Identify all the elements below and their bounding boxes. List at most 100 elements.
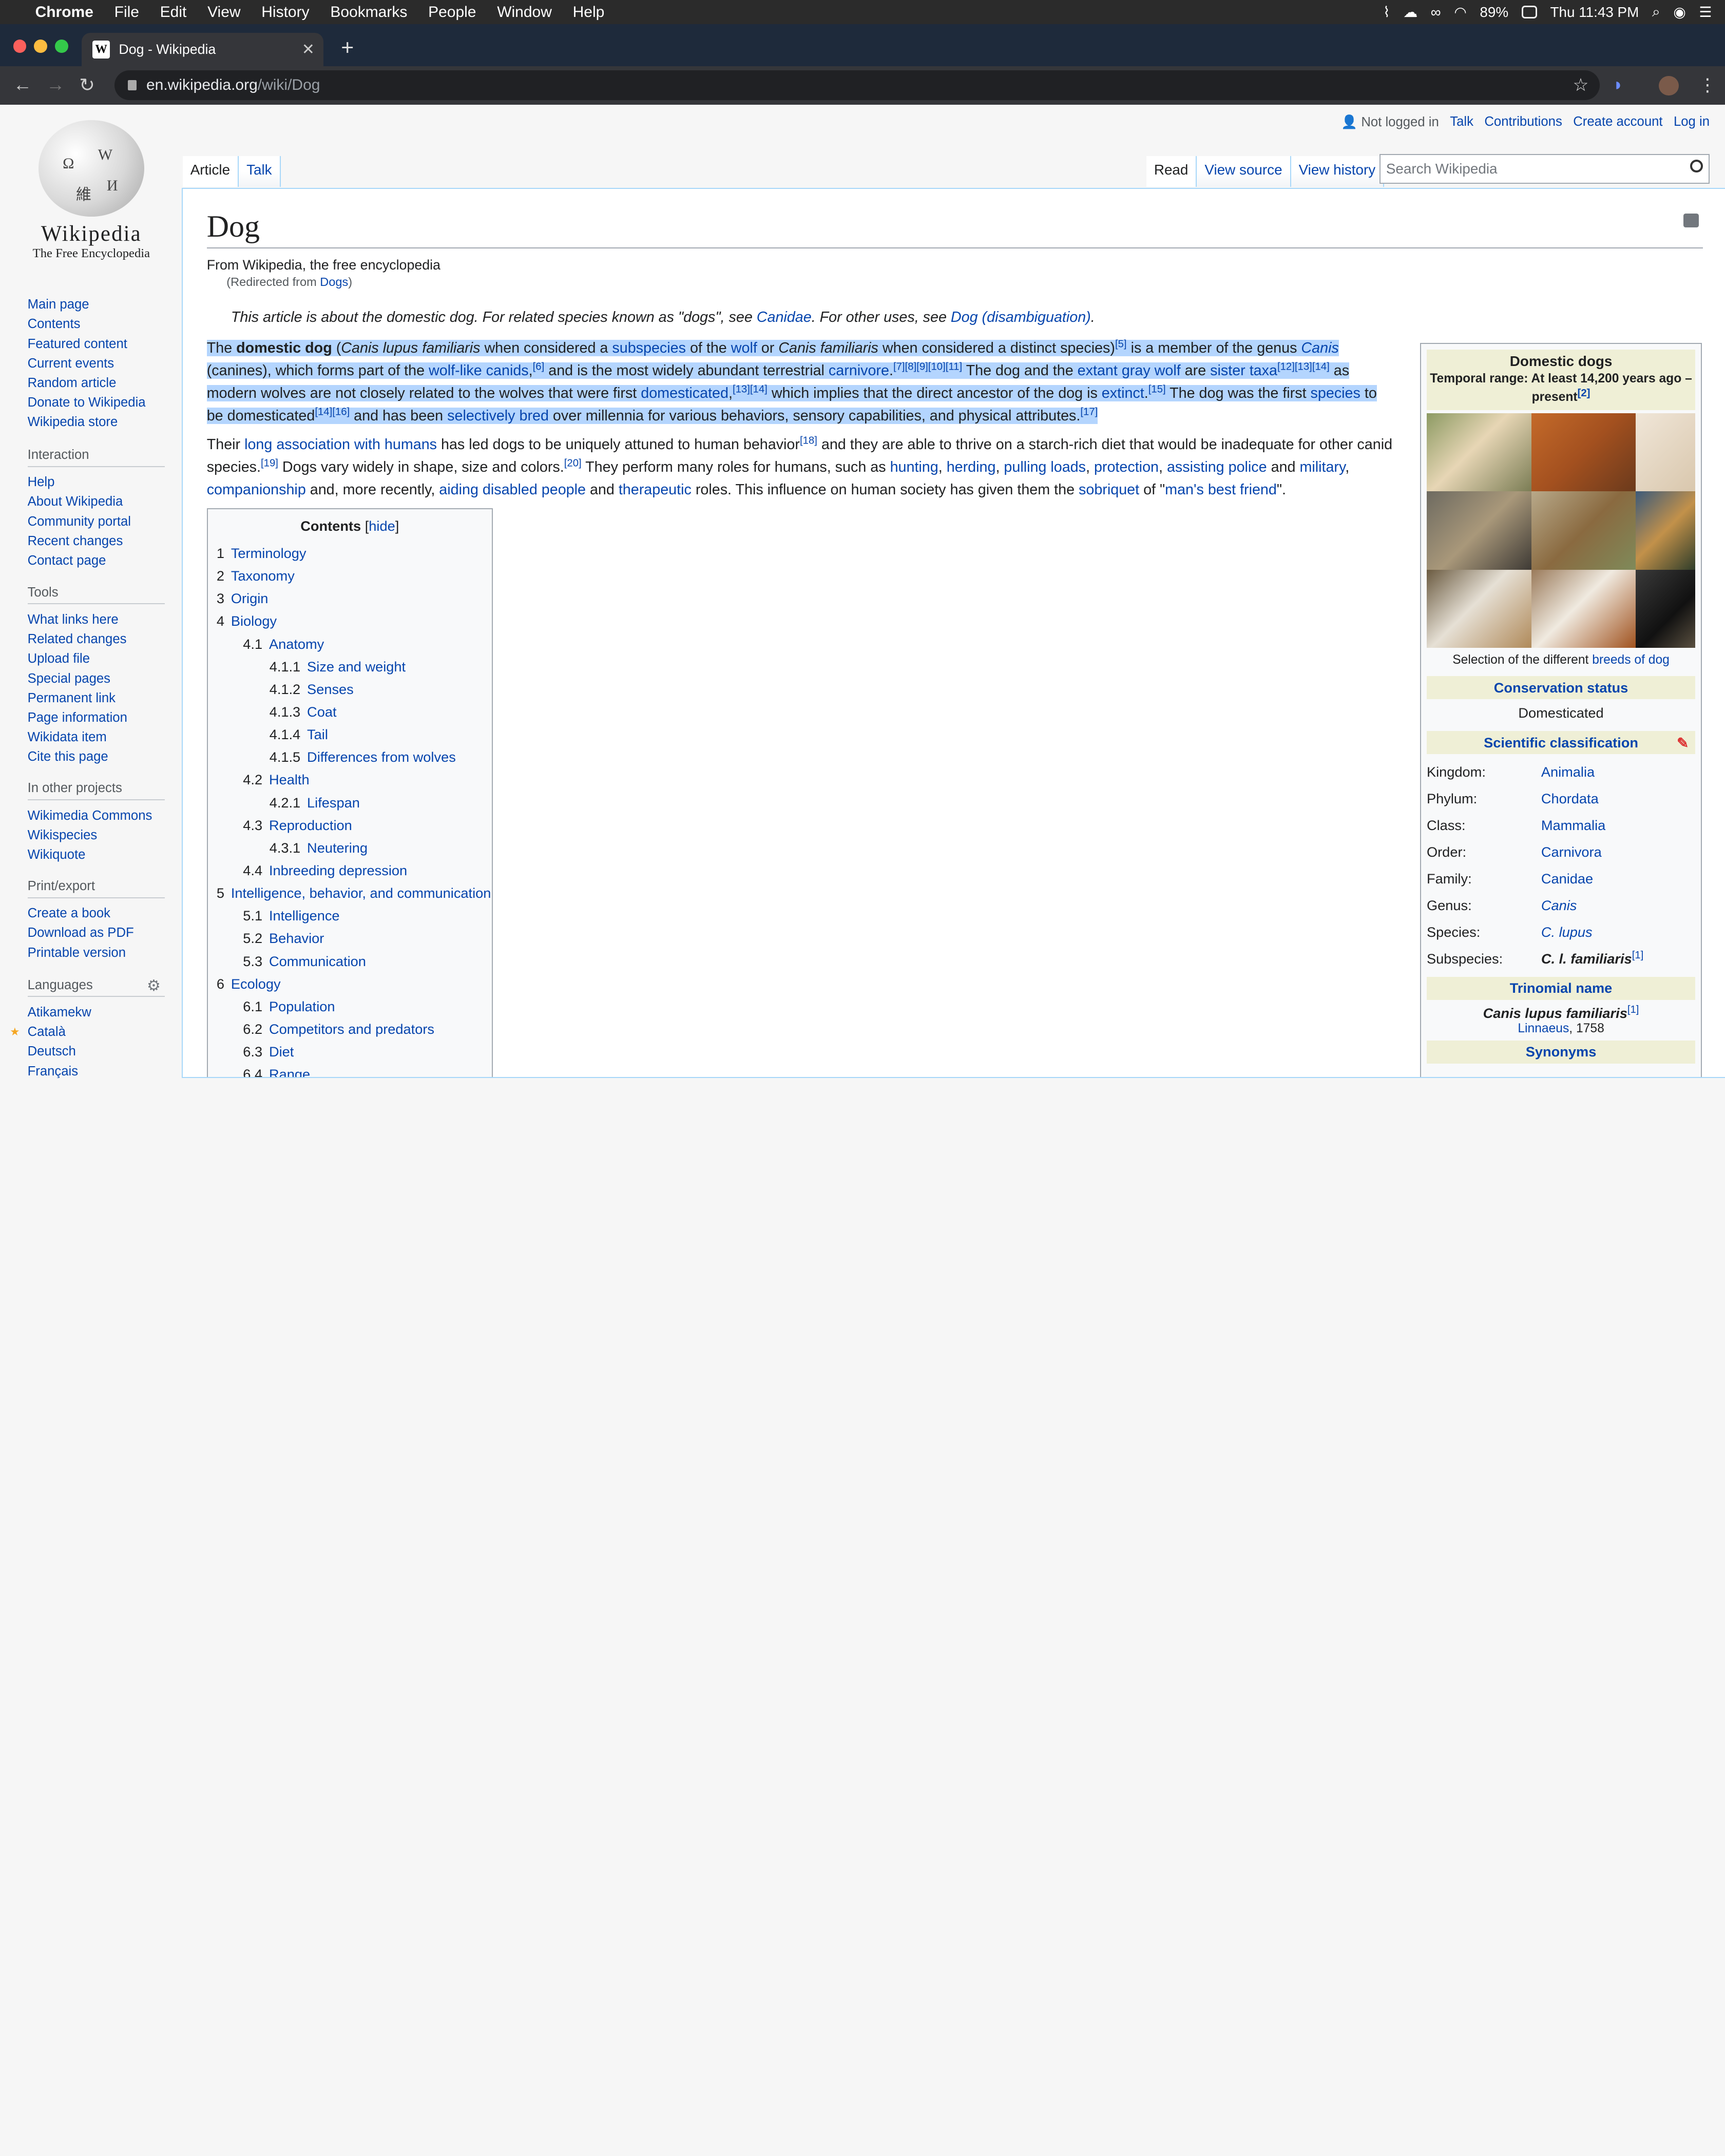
clock[interactable]: Thu 11:43 PM	[1550, 4, 1639, 21]
toc-link[interactable]: Senses	[307, 681, 354, 697]
toc-link[interactable]: Competitors and predators	[269, 1021, 434, 1037]
toc-item[interactable]: 6.4 Range	[217, 1063, 483, 1077]
menu-help[interactable]: Help	[573, 4, 605, 21]
nav-permanent-link[interactable]: Permanent link	[28, 688, 165, 708]
window-zoom-button[interactable]	[55, 40, 68, 53]
nav-contact-page[interactable]: Contact page	[28, 551, 165, 570]
wifi-icon[interactable]: ◠	[1454, 4, 1466, 21]
nav-download-pdf[interactable]: Download as PDF	[28, 923, 165, 942]
nav-wikidata-item[interactable]: Wikidata item	[28, 727, 165, 747]
nav-special-pages[interactable]: Special pages	[28, 669, 165, 688]
breeds-of-dog-link[interactable]: breeds of dog	[1592, 653, 1670, 667]
toc-item[interactable]: 3 Origin	[217, 587, 483, 610]
tab-view-source[interactable]: View source	[1197, 156, 1291, 187]
subspecies-ref[interactable]: [1]	[1632, 950, 1644, 961]
taxon-link[interactable]: Canis	[1541, 892, 1577, 919]
toc-link[interactable]: Tail	[307, 726, 328, 742]
personal-talk-link[interactable]: Talk	[1450, 114, 1473, 130]
notification-center-icon[interactable]: ☰	[1699, 4, 1712, 21]
battery-icon[interactable]	[1521, 5, 1537, 19]
lang-francais[interactable]: Français	[28, 1062, 165, 1078]
toc-item[interactable]: 6.2 Competitors and predators	[217, 1018, 483, 1041]
window-minimize-button[interactable]	[34, 40, 48, 53]
toc-item[interactable]: 6.3 Diet	[217, 1041, 483, 1063]
kebab-menu-icon[interactable]: ⋮	[1699, 75, 1716, 95]
bookmark-star-icon[interactable]: ☆	[1573, 75, 1589, 95]
spotlight-search-icon[interactable]: ⌕	[1652, 4, 1660, 21]
nav-cite-this-page[interactable]: Cite this page	[28, 747, 165, 766]
address-bar[interactable]: en.wikipedia.org/wiki/Dog ☆	[114, 70, 1600, 100]
siri-icon[interactable]: ◉	[1673, 4, 1685, 21]
menu-bookmarks[interactable]: Bookmarks	[330, 4, 407, 21]
nav-related-changes[interactable]: Related changes	[28, 629, 165, 649]
browser-tab-active[interactable]: W Dog - Wikipedia ✕	[81, 33, 323, 66]
menu-file[interactable]: File	[114, 4, 139, 21]
toc-item[interactable]: 4.2.1 Lifespan	[217, 792, 483, 814]
nav-wikiquote[interactable]: Wikiquote	[28, 845, 165, 864]
toc-link[interactable]: Population	[269, 998, 335, 1014]
toc-link[interactable]: Terminology	[231, 545, 306, 561]
toc-item[interactable]: 4.1.2 Senses	[217, 678, 483, 701]
toc-link[interactable]: Origin	[231, 590, 269, 606]
nav-upload-file[interactable]: Upload file	[28, 649, 165, 668]
toc-link[interactable]: Ecology	[231, 976, 281, 992]
toc-link[interactable]: Size and weight	[307, 659, 406, 675]
toc-hide-toggle[interactable]: [hide]	[365, 518, 399, 534]
toc-link[interactable]: Diet	[269, 1044, 294, 1060]
toc-link[interactable]: Communication	[269, 953, 366, 969]
toc-link[interactable]: Anatomy	[269, 636, 324, 652]
toc-item[interactable]: 1 Terminology	[217, 542, 483, 565]
paperclip-icon[interactable]: ⌇	[1383, 4, 1390, 21]
toc-link[interactable]: Behavior	[269, 930, 324, 946]
toc-item[interactable]: 4.1.4 Tail	[217, 723, 483, 746]
toc-item[interactable]: 4 Biology	[217, 610, 483, 632]
search-icon[interactable]	[1690, 159, 1703, 173]
tab-close-icon[interactable]: ✕	[302, 41, 315, 59]
toc-link[interactable]: Taxonomy	[231, 568, 295, 584]
scientific-classification-heading[interactable]: Scientific classification ✎	[1426, 731, 1696, 755]
reload-icon[interactable]: ↻	[79, 74, 95, 96]
nav-about-wikipedia[interactable]: About Wikipedia	[28, 492, 165, 511]
protection-lock-icon[interactable]	[1683, 213, 1699, 228]
toc-item[interactable]: 2 Taxonomy	[217, 565, 483, 587]
toc-hide-link[interactable]: hide	[369, 518, 395, 534]
toc-link[interactable]: Neutering	[307, 840, 368, 856]
lang-deutsch[interactable]: Deutsch	[28, 1042, 165, 1061]
create-account-link[interactable]: Create account	[1573, 114, 1662, 130]
gear-icon[interactable]: ⚙	[147, 977, 161, 995]
toc-item[interactable]: 5.2 Behavior	[217, 927, 483, 950]
nav-recent-changes[interactable]: Recent changes	[28, 531, 165, 551]
menu-edit[interactable]: Edit	[160, 4, 187, 21]
toc-item[interactable]: 4.1 Anatomy	[217, 633, 483, 656]
taxon-link[interactable]: Mammalia	[1541, 812, 1605, 839]
temporal-range-ref[interactable]: [2]	[1578, 388, 1590, 399]
nav-wikimedia-commons[interactable]: Wikimedia Commons	[28, 806, 165, 825]
trinomial-name-heading[interactable]: Trinomial name	[1426, 976, 1696, 1000]
extension-icon[interactable]: ◗	[1613, 75, 1623, 95]
toc-link[interactable]: Coat	[307, 704, 336, 720]
toc-item[interactable]: 4.1.1 Size and weight	[217, 656, 483, 678]
nav-what-links-here[interactable]: What links here	[28, 610, 165, 629]
menu-history[interactable]: History	[261, 4, 309, 21]
toc-link[interactable]: Reproduction	[269, 817, 352, 833]
profile-avatar[interactable]	[1659, 75, 1679, 96]
wikipedia-logo[interactable]: ΩW維И Wikipedia The Free Encyclopedia	[24, 120, 158, 261]
toc-item[interactable]: 6.1 Population	[217, 995, 483, 1018]
trinomial-ref[interactable]: [1]	[1627, 1004, 1639, 1015]
toc-item[interactable]: 6 Ecology	[217, 973, 483, 995]
menu-app-name[interactable]: Chrome	[35, 4, 93, 21]
toc-link[interactable]: Differences from wolves	[307, 749, 456, 765]
taxon-link[interactable]: Carnivora	[1541, 839, 1602, 865]
contributions-link[interactable]: Contributions	[1484, 114, 1562, 130]
nav-current-events[interactable]: Current events	[28, 354, 165, 373]
cloud-icon[interactable]: ☁	[1403, 4, 1417, 21]
linnaeus-link[interactable]: Linnaeus	[1518, 1022, 1569, 1035]
nav-contents[interactable]: Contents	[28, 314, 165, 334]
toc-link[interactable]: Inbreeding depression	[269, 862, 407, 878]
taxon-link[interactable]: C. lupus	[1541, 919, 1593, 946]
tab-talk[interactable]: Talk	[239, 156, 281, 187]
log-in-link[interactable]: Log in	[1674, 114, 1710, 130]
lang-atikamekw[interactable]: Atikamekw	[28, 1003, 165, 1022]
synonyms-heading[interactable]: Synonyms	[1426, 1041, 1696, 1064]
glasses-icon[interactable]: ∞	[1431, 4, 1441, 21]
